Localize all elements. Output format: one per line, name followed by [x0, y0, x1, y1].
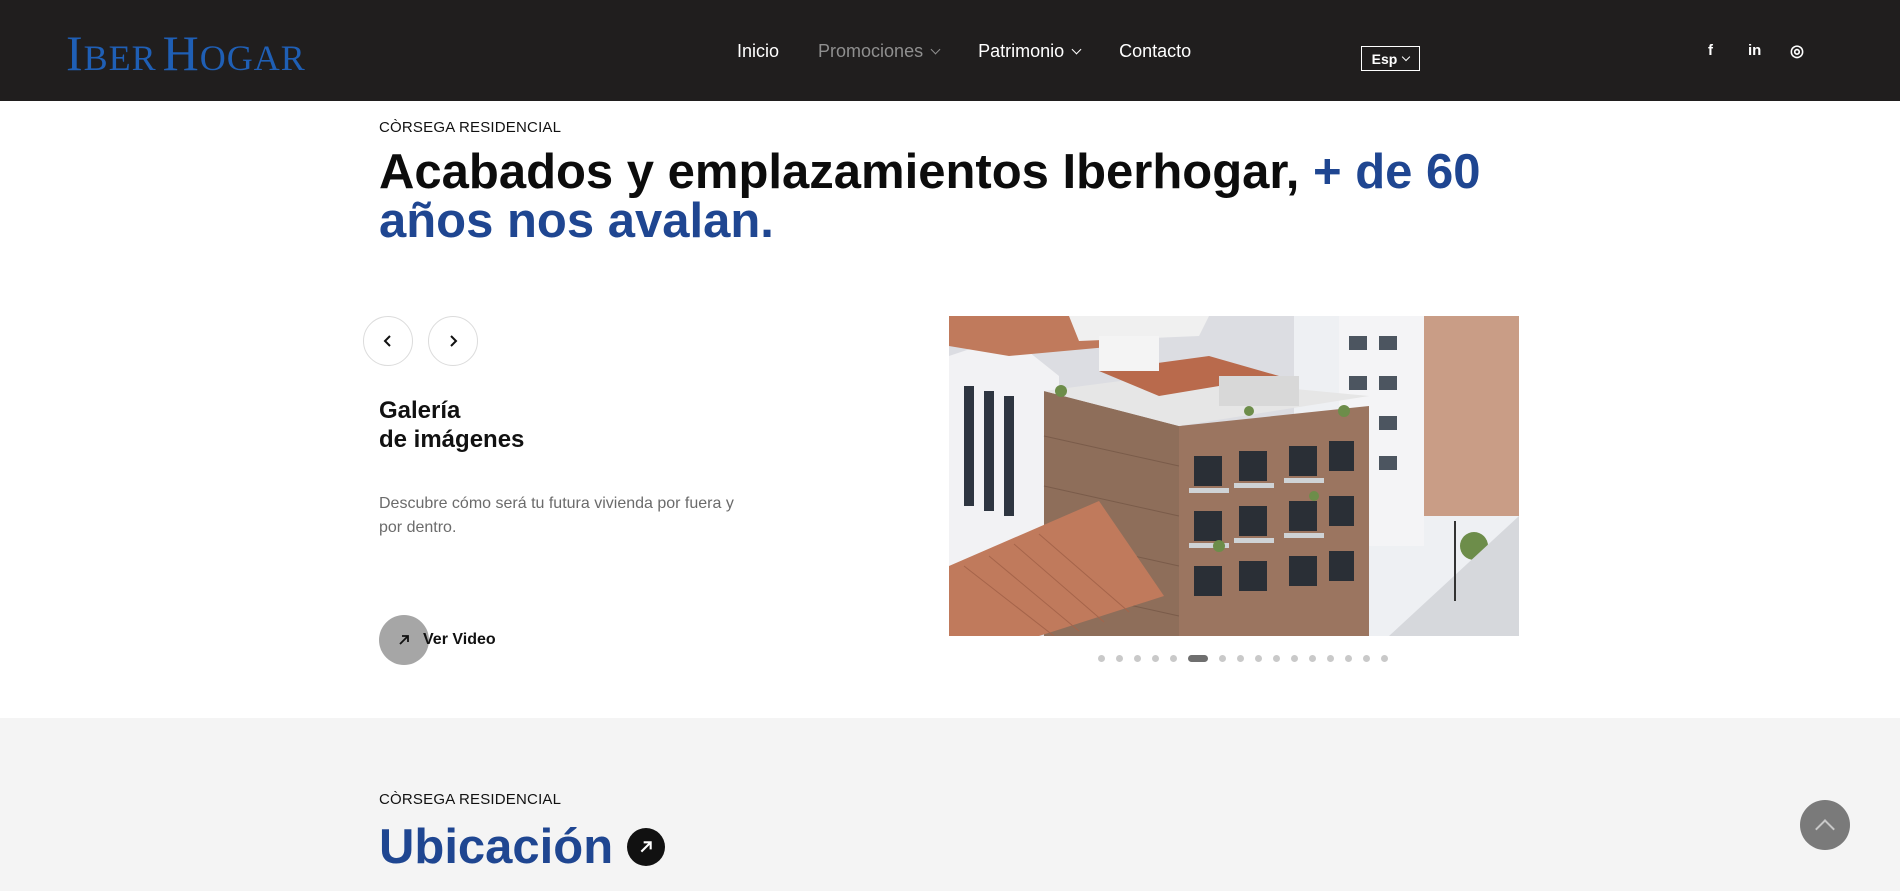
nav-label: Contacto [1119, 41, 1192, 61]
chevron-up-icon [1815, 819, 1835, 839]
chevron-down-icon [930, 44, 941, 55]
nav-inicio[interactable]: Inicio [737, 41, 779, 62]
section-eyebrow: CÒRSEGA RESIDENCIAL [379, 119, 562, 136]
video-label: Ver Video [423, 631, 496, 648]
arrow-up-right-icon [399, 635, 409, 645]
nav-label: Patrimonio [978, 41, 1065, 61]
slider-dot[interactable] [1188, 655, 1208, 662]
logo-letters: OGAR [199, 38, 306, 78]
slider-dot[interactable] [1152, 655, 1159, 662]
site-header: IBER HOGAR Inicio Promociones Patrimonio … [0, 0, 1900, 101]
location-link-button[interactable] [627, 828, 665, 866]
slider-dot[interactable] [1098, 655, 1105, 662]
nav-promociones[interactable]: Promociones [818, 41, 941, 62]
iberhogar-logo[interactable]: IBER HOGAR [66, 24, 306, 82]
slider-dot[interactable] [1219, 655, 1226, 662]
slider-dot[interactable] [1255, 655, 1262, 662]
chevron-down-icon [1402, 52, 1411, 62]
location-section [0, 718, 1900, 891]
logo-letter: I [66, 25, 84, 81]
language-label: Esp [1371, 50, 1398, 67]
scroll-to-top-button[interactable] [1800, 800, 1850, 850]
watch-video-button[interactable]: Ver Video [379, 615, 496, 665]
facebook-icon[interactable]: f [1708, 42, 1713, 59]
main-nav: Inicio Promociones Patrimonio Contacto [737, 41, 1191, 62]
building-render-image [949, 316, 1519, 636]
chevron-right-icon [450, 335, 458, 347]
gallery-image[interactable] [949, 316, 1519, 636]
logo-letter: H [162, 25, 200, 81]
nav-patrimonio[interactable]: Patrimonio [978, 41, 1082, 62]
slider-dot[interactable] [1291, 655, 1298, 662]
slider-dot[interactable] [1237, 655, 1244, 662]
gallery-title: Galería de imágenes [379, 396, 524, 454]
slider-dot[interactable] [1381, 655, 1388, 662]
headline-main: Acabados y emplazamientos Iberhogar, [379, 145, 1314, 199]
logo-letters: BER [83, 38, 157, 78]
location-title: Ubicación [379, 820, 614, 874]
slider-dots [1098, 655, 1388, 662]
nav-contacto[interactable]: Contacto [1119, 41, 1191, 62]
chevron-left-icon [383, 335, 391, 347]
next-slide-button[interactable] [428, 316, 478, 366]
gallery-title-line: Galería [379, 397, 461, 424]
slider-dot[interactable] [1273, 655, 1280, 662]
slider-dot[interactable] [1134, 655, 1141, 662]
instagram-icon[interactable]: ◎ [1790, 41, 1804, 61]
linkedin-icon[interactable]: in [1748, 42, 1761, 59]
video-circle [379, 615, 429, 665]
arrow-up-right-icon [640, 841, 652, 853]
gallery-description: Descubre cómo será tu futura vivienda po… [379, 495, 734, 536]
location-eyebrow: CÒRSEGA RESIDENCIAL [379, 791, 562, 808]
nav-label: Inicio [737, 41, 780, 61]
language-selector[interactable]: Esp [1361, 46, 1420, 71]
nav-label: Promociones [818, 41, 924, 61]
prev-slide-button[interactable] [363, 316, 413, 366]
slider-dot[interactable] [1363, 655, 1370, 662]
slider-dot[interactable] [1309, 655, 1316, 662]
page-headline: Acabados y emplazamientos Iberhogar, + d… [379, 148, 1519, 246]
slider-dot[interactable] [1170, 655, 1177, 662]
slider-dot[interactable] [1345, 655, 1352, 662]
chevron-down-icon [1071, 44, 1082, 55]
slider-dot[interactable] [1327, 655, 1334, 662]
slider-dot[interactable] [1116, 655, 1123, 662]
gallery-title-line: de imágenes [379, 426, 525, 453]
